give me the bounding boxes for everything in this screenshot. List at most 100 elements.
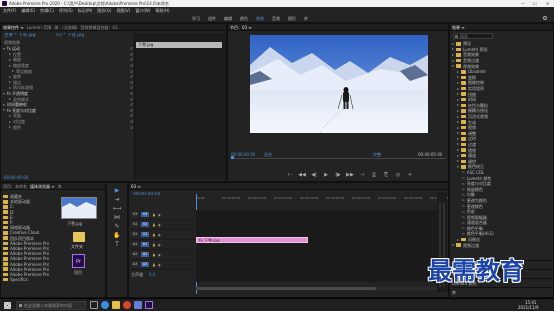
media-thumbnail[interactable] [61,197,97,219]
transport-button-2[interactable]: ◀| [310,172,318,178]
premiere-taskbar-icon[interactable] [145,301,153,309]
workspace-2[interactable]: 编辑 [224,15,232,22]
expand-arrow-icon[interactable] [457,121,459,124]
reset-icon[interactable]: ↺ [130,102,133,107]
expand-arrow-icon[interactable] [452,65,454,68]
track-header[interactable]: A2 A2 🔒 ◉ [131,250,195,260]
track-header[interactable]: A3 A3 🔒 ◉ [131,260,195,270]
taskbar-search-input[interactable]: 在这里输入你要搜索的内容 [24,303,72,308]
tab-effects[interactable]: 效果 ≡ [452,24,465,30]
app-icon[interactable] [123,301,131,309]
track-target[interactable]: A2 [131,252,139,257]
tab-program[interactable]: 节目：03 ≡ [230,24,252,30]
transport-button-6[interactable]: ⊣ [358,172,366,178]
expand-arrow-icon[interactable] [9,126,11,129]
reset-icon[interactable]: ↺ [130,108,133,113]
explorer-icon[interactable] [112,301,120,309]
task-view-icon[interactable] [90,301,98,309]
expand-arrow-icon[interactable] [457,115,459,118]
expand-arrow-icon[interactable] [457,76,459,79]
expand-arrow-icon[interactable] [452,48,454,51]
expand-arrow-icon[interactable] [9,81,11,84]
transport-button-0[interactable]: ⊢ [286,172,294,178]
tab-ec-0[interactable]: 效果控件 ≡ [3,24,24,30]
lock-icon[interactable]: 🔒 [152,263,156,267]
track-target[interactable]: V1 [131,232,139,237]
expand-arrow-icon[interactable] [12,70,14,73]
track-header[interactable]: V1 V1 🔒 ◉ [131,230,195,240]
reset-icon[interactable]: ↺ [130,46,133,51]
menu-item-7[interactable]: 窗口(W) [135,7,150,14]
browser-icon[interactable] [101,301,109,309]
time-ruler[interactable]: 00:00 00:00:05:00 00:00:10:00 00:00:15:00 00… [196,196,448,202]
tab-ec-1[interactable]: Lumetri 范围 [27,24,52,30]
transport-button-10[interactable]: + [406,172,414,178]
expand-arrow-icon[interactable] [457,70,459,73]
effect-source-label[interactable]: 主要 * 下雪.jpg [4,33,36,39]
expand-arrow-icon[interactable] [457,87,459,90]
menu-item-8[interactable]: 帮助(H) [155,7,169,14]
track-header[interactable]: V3 V3 🔒 ◉ [131,210,195,220]
reset-icon[interactable]: ↺ [130,63,133,68]
transport-button-8[interactable]: ⎘ [382,172,390,178]
transport-button-7[interactable]: ⎙ [370,172,378,178]
eye-icon[interactable]: ◉ [158,223,161,227]
menu-item-1[interactable]: 编辑(E) [21,7,35,14]
menu-item-0[interactable]: 文件(F) [3,7,16,14]
menu-item-4[interactable]: 标记(M) [78,7,93,14]
tool-4[interactable]: ✎ [109,223,125,230]
transport-button-5[interactable]: ▶▶ [346,172,354,178]
reset-icon[interactable]: ↺ [130,125,133,130]
tool-1[interactable]: ⇥ [109,196,125,203]
expand-arrow-icon[interactable] [457,109,459,112]
quality-dropdown[interactable]: 完整 [373,152,381,157]
reset-icon[interactable]: ↺ [130,85,133,90]
expand-arrow-icon[interactable] [3,92,5,95]
expand-arrow-icon[interactable] [452,42,454,45]
workspace-6[interactable]: 图形 [288,15,296,22]
reset-icon[interactable]: ↺ [130,97,133,102]
tool-6[interactable]: T [109,241,125,248]
workspace-1[interactable]: 组件 [208,15,216,22]
effects-tree-item[interactable]: 视频过渡 [452,242,552,248]
tool-3[interactable]: ⋈ [109,214,125,221]
tab-ec-2[interactable]: 源：(无剪辑) [54,24,77,30]
reset-icon[interactable]: ↺ [130,119,133,124]
reset-icon[interactable]: ↺ [130,57,133,62]
expand-arrow-icon[interactable] [457,81,459,84]
track-target[interactable]: V2 [131,222,139,227]
folder-item[interactable]: Specifics [3,277,56,282]
effects-footer-item[interactable]: 库 [452,287,552,296]
reset-icon[interactable]: ↺ [130,113,133,118]
folder-icon[interactable] [73,232,85,242]
expand-arrow-icon[interactable] [457,93,459,96]
windows-start-icon[interactable] [4,302,11,309]
close-button[interactable]: ✕ [546,1,549,6]
track-toggle[interactable]: V2 [141,222,149,227]
expand-arrow-icon[interactable] [457,165,459,168]
expand-arrow-icon[interactable] [9,114,11,117]
transport-button-1[interactable]: ◀◀ [298,172,306,178]
reset-icon[interactable]: ↺ [130,91,133,96]
track-header[interactable]: V2 V2 🔒 ◉ [131,220,195,230]
expand-arrow-icon[interactable] [452,53,454,56]
minimize-button[interactable]: — [521,1,525,6]
effect-row[interactable]: 颜色 ↺ [3,124,133,130]
transport-button-9[interactable]: ◎ [394,172,402,178]
tool-2[interactable]: ⟷ [109,205,125,212]
clock-date[interactable]: 2021/11/9 [518,305,539,310]
effect-timecode[interactable]: 00:00:00:00 [4,175,28,180]
search-icon[interactable] [543,16,547,20]
workspace-0[interactable]: 学习 [192,15,200,22]
master-track[interactable]: 主声道 0.0 [131,270,195,278]
expand-arrow-icon[interactable] [9,98,11,101]
track-target[interactable]: A3 [131,262,139,267]
reset-icon[interactable]: ↺ [130,69,133,74]
tool-0[interactable]: ▶ [109,187,125,194]
menu-item-6[interactable]: 视图(V) [116,7,130,14]
expand-arrow-icon[interactable] [457,132,459,135]
taskbar-search[interactable]: 在这里输入你要搜索的内容 [16,301,86,310]
transport-button-3[interactable]: ▶ [322,172,330,178]
playhead-marker[interactable] [231,156,234,159]
effects-search[interactable]: 搜索 [453,33,493,39]
